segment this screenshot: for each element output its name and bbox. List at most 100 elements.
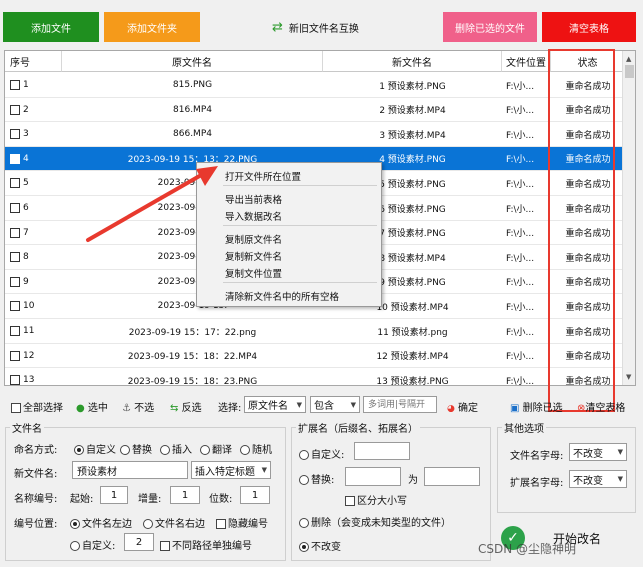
pos-left-label: 文件名左边 [82,519,132,530]
position-label: 编号位置: [14,519,58,530]
ext-delete-radio[interactable]: 删除（会变成未知类型的文件） [299,514,451,529]
delete-selected-label: 删除已选 [522,403,563,414]
mode-random-radio[interactable]: 随机 [240,441,272,456]
separate-paths-checkbox[interactable]: 不同路径单独编号 [160,537,252,552]
step-input[interactable]: 1 [170,486,200,504]
start-input[interactable]: 1 [100,486,128,504]
digits-input[interactable]: 1 [240,486,270,504]
number-label: 名称编号: [14,494,58,505]
ext-delete-label: 删除（会变成未知类型的文件） [311,518,451,529]
filename-case-value: 不改变 [573,448,603,460]
anchor-icon: ⚓ [122,403,131,414]
selection-bar: 全部选择 ● 选中 ⚓ 不选 ⇆ 反选 选择: 原文件名 ▼ 包含 ▼ ◕ 确定 ▣… [0,395,643,415]
filename-case-select[interactable]: 不改变 ▼ [569,443,627,461]
radio-off[interactable] [240,445,250,455]
new-name-label: 新文件名: [14,469,58,480]
radio-off[interactable] [299,450,309,460]
ext-to-label: 为 [408,475,418,486]
chevron-down-icon: ▼ [261,466,267,474]
pos-left-radio[interactable]: 文件名左边 [70,515,132,530]
naming-mode-label: 命名方式: [14,445,58,456]
pos-right-label: 文件名右边 [155,519,205,530]
check-circle-icon: ● [76,403,85,414]
delete-selected-button[interactable]: ▣ 删除已选 [510,399,563,414]
pos-custom-radio[interactable]: 自定义: [70,537,115,552]
radio-off[interactable] [200,445,210,455]
invert-button[interactable]: ⇆ 反选 [170,399,202,414]
mode-translate-label: 翻译 [212,445,232,456]
mode-custom-radio[interactable]: 自定义 [74,441,116,456]
match-select[interactable]: 包含 ▼ [310,396,360,413]
select-all-checkbox[interactable]: 全部选择 [11,399,63,414]
step-label: 增量: [138,494,162,505]
insert-tag-select[interactable]: 插入特定标题 ▼ [191,461,271,479]
radio-off[interactable] [143,519,153,529]
deselect-label: 不选 [134,403,155,414]
ext-replace-to-input[interactable] [424,467,480,486]
invert-label: 反选 [181,403,202,414]
step-value: 1 [181,489,189,501]
case-sensitive-box[interactable] [345,496,355,506]
hide-number-label: 隐藏编号 [228,519,268,530]
select-button[interactable]: ● 选中 [76,399,108,414]
start-label: 起始: [70,494,94,505]
chevron-down-icon: ▼ [617,448,623,456]
separate-paths-box[interactable] [160,541,170,551]
radio-off[interactable] [299,475,309,485]
mode-custom-label: 自定义 [86,445,116,456]
deselect-button[interactable]: ⚓ 不选 [122,399,154,414]
ext-case-label: 扩展名字母: [510,478,564,489]
ext-replace-from-input[interactable] [345,467,401,486]
hide-number-checkbox[interactable]: 隐藏编号 [216,515,268,530]
filename-case-label: 文件名字母: [510,451,564,462]
confirm-icon: ◕ [447,404,455,414]
ext-custom-input[interactable] [354,442,410,460]
radio-off[interactable] [160,445,170,455]
case-sensitive-checkbox[interactable]: 区分大小写 [345,492,407,507]
mode-translate-radio[interactable]: 翻译 [200,441,232,456]
radio-off[interactable] [120,445,130,455]
extension-panel-title: 扩展名（后缀名、拓展名） [296,420,420,435]
start-value: 1 [110,489,118,501]
radio-on[interactable] [70,519,80,529]
ext-no-change-radio[interactable]: 不改变 [299,538,341,553]
clear-table-small-button[interactable]: ⊗清空表格 [577,399,625,414]
radio-on[interactable] [299,542,309,552]
new-name-input[interactable]: 预设素材 [72,461,188,479]
radio-off[interactable] [299,518,309,528]
choose-label: 选择: [218,403,242,414]
ext-case-value: 不改变 [573,475,603,487]
mode-insert-label: 插入 [172,445,192,456]
ext-custom-label: 自定义: [311,450,345,461]
status-highlight-box [548,49,615,412]
pos-custom-label: 自定义: [82,541,116,552]
digits-label: 位数: [209,494,233,505]
insert-tag-value: 插入特定标题 [195,466,255,478]
mode-replace-radio[interactable]: 替换 [120,441,152,456]
hide-number-box[interactable] [216,519,226,529]
delete-icon: ▣ [510,403,520,414]
ext-custom-radio[interactable]: 自定义: [299,446,344,461]
ext-case-select[interactable]: 不改变 ▼ [569,470,627,488]
confirm-button[interactable]: ◕ 确定 [447,399,478,414]
ext-replace-label: 替换: [311,475,335,486]
ext-replace-radio[interactable]: 替换: [299,471,334,486]
confirm-label: 确定 [458,403,479,414]
radio-off[interactable] [70,541,80,551]
chevron-down-icon: ▼ [617,475,623,483]
column-select[interactable]: 原文件名 ▼ [244,396,306,413]
radio-on[interactable] [74,445,84,455]
pos-right-radio[interactable]: 文件名右边 [143,515,205,530]
pattern-input[interactable] [363,396,437,413]
filename-panel-title: 文件名 [10,420,44,435]
ext-no-change-label: 不改变 [311,542,341,553]
chevron-down-icon: ▼ [350,400,356,409]
watermark: CSDN @尘隐神明 [478,542,577,556]
chevron-down-icon: ▼ [296,400,302,409]
select-all-label: 全部选择 [23,403,63,414]
select-all-box[interactable] [11,403,21,413]
new-name-value: 预设素材 [77,466,117,478]
mode-insert-radio[interactable]: 插入 [160,441,192,456]
select-label: 选中 [87,403,108,414]
custom-position-input[interactable]: 2 [124,533,154,551]
